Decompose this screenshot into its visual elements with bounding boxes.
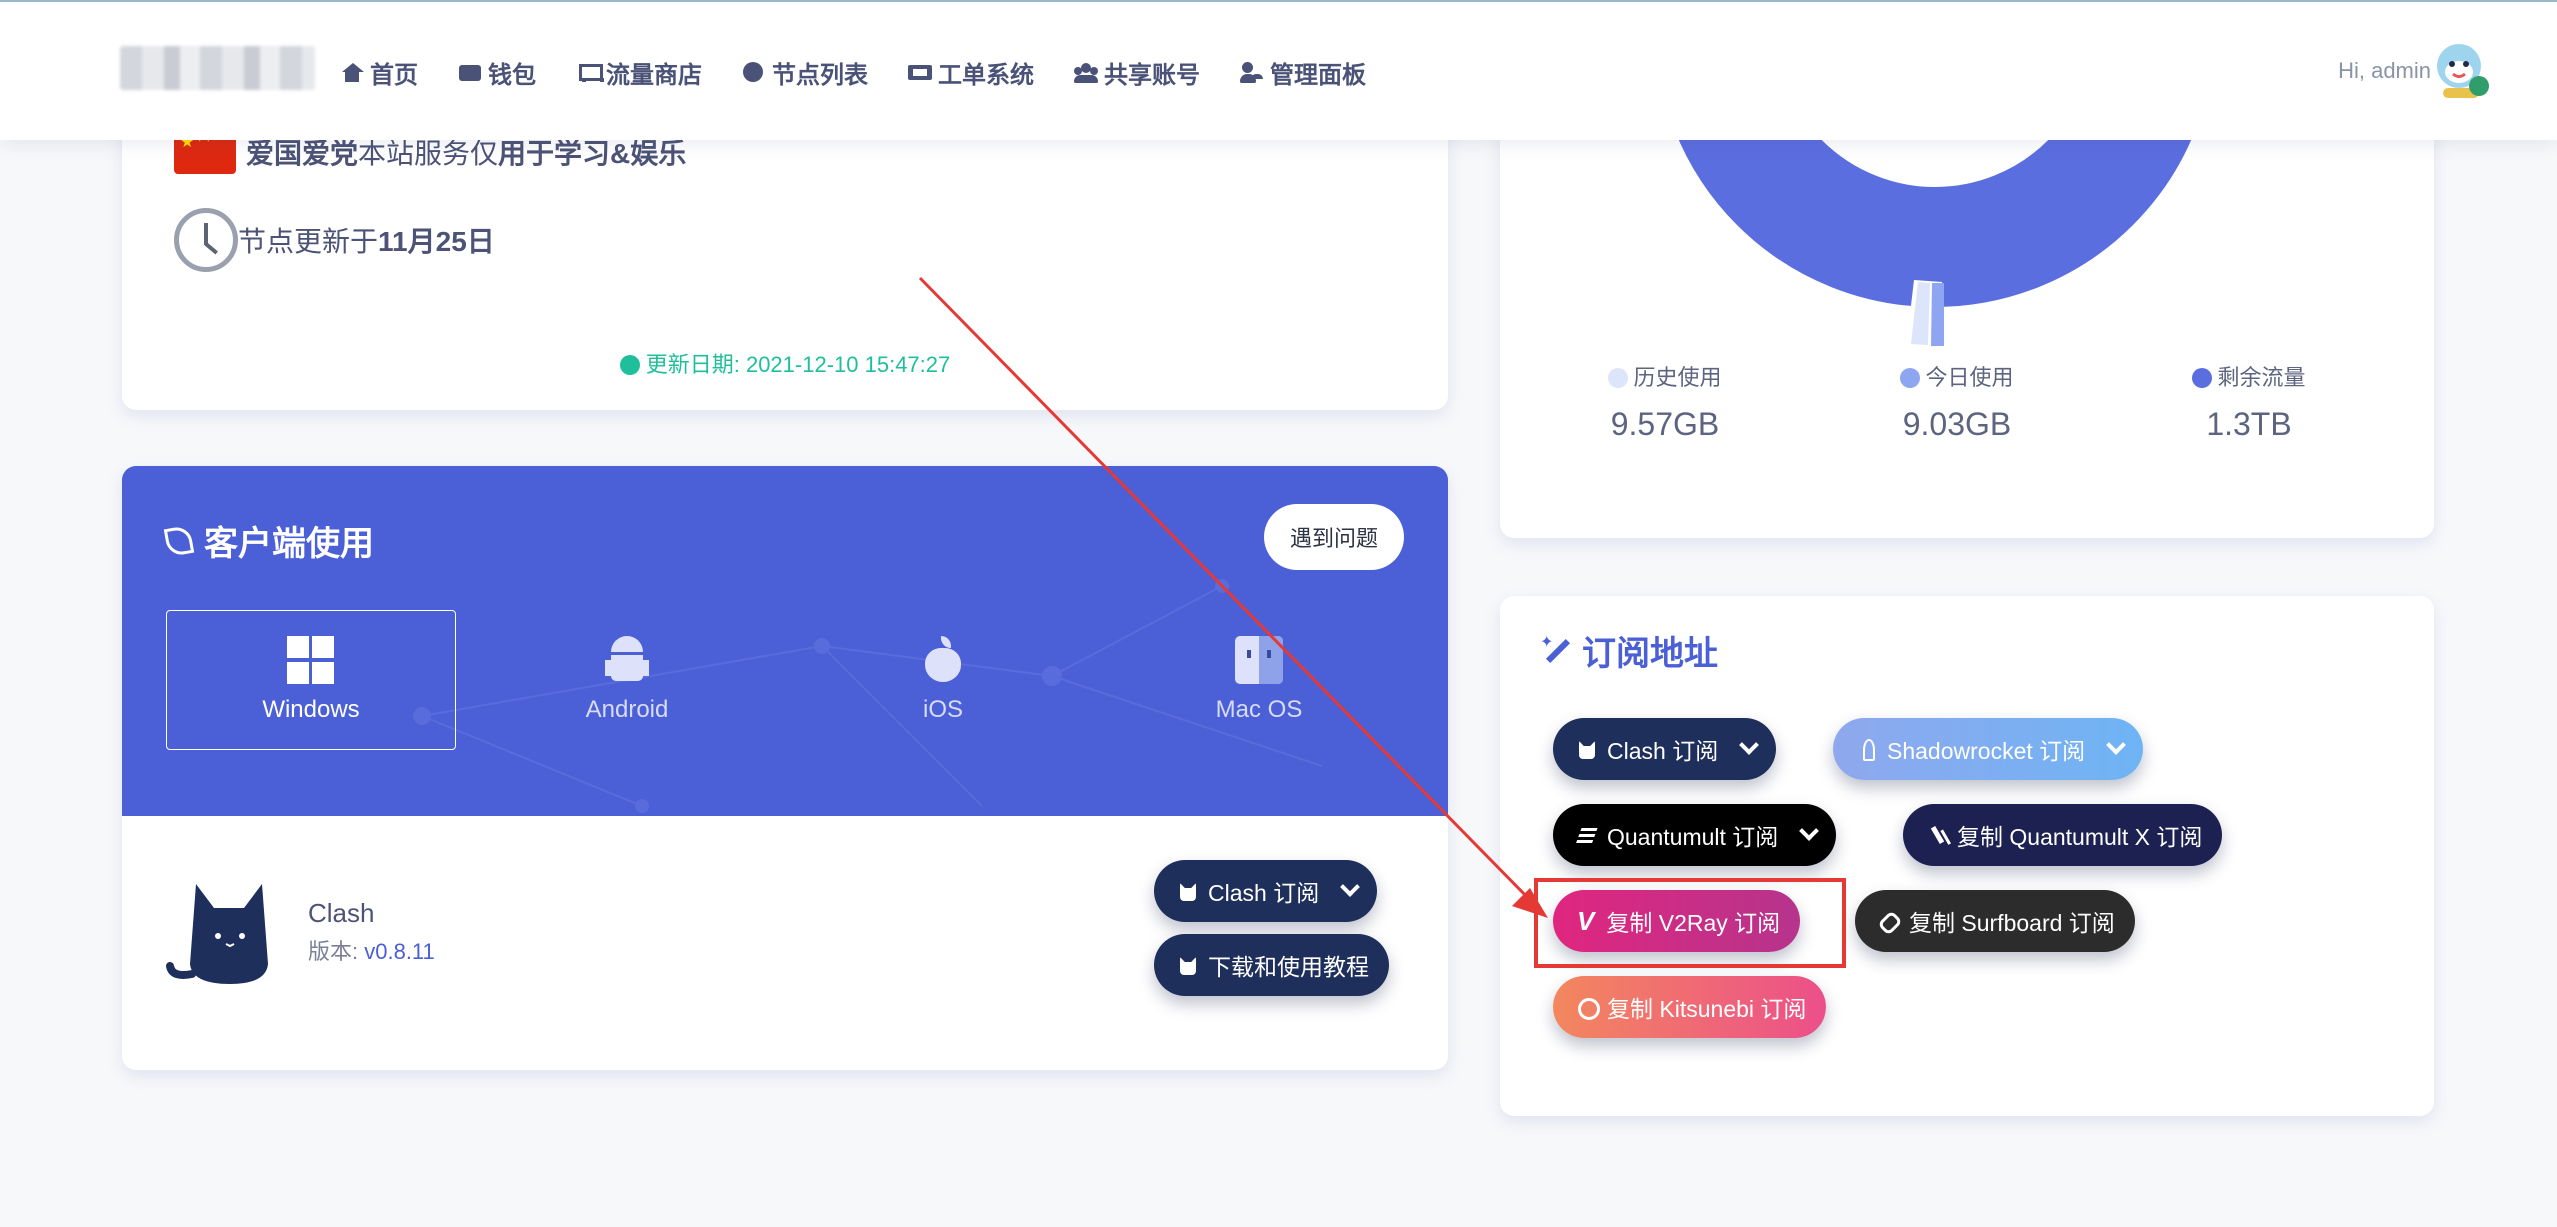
client-title: 客户端使用	[163, 516, 374, 565]
leaf-icon	[163, 524, 195, 557]
main-nav: 首页 钱包 流量商店 节点列表 工单系统 共享账号 管理面板	[340, 2, 1406, 142]
wallet-icon	[458, 61, 482, 83]
cat-icon	[1577, 738, 1597, 760]
os-tabs: Windows Android iOS Mac OS	[166, 610, 1430, 750]
quantumult-icon	[1577, 824, 1597, 846]
copy-kitsunebi-button[interactable]: 复制 Kitsunebi 订阅	[1553, 976, 1827, 1038]
subscription-title: 订阅地址	[1540, 626, 1718, 675]
clash-cat-logo	[166, 884, 268, 984]
client-body: Clash 版本: v0.8.11 Clash 订阅 下载和使用教程	[122, 816, 1448, 1070]
windows-icon	[287, 636, 335, 684]
copy-quantumult-x-button[interactable]: 复制 Quantumult X 订阅	[1903, 804, 2223, 866]
avatar[interactable]	[2429, 36, 2497, 108]
rocket-icon	[1857, 738, 1877, 761]
cart-icon	[576, 61, 604, 83]
tab-macos[interactable]: Mac OS	[1114, 610, 1404, 750]
annotation-highlight-box	[1534, 878, 1846, 968]
status-dot-icon	[619, 355, 640, 375]
today-usage-value: 9.03GB	[1902, 406, 2012, 442]
chevron-down-icon	[1799, 821, 1820, 841]
quantumult-x-icon	[1927, 824, 1947, 846]
chevron-down-icon	[2106, 735, 2127, 755]
legend-dot-icon	[2192, 368, 2213, 388]
cat-icon	[1178, 880, 1198, 902]
tab-ios[interactable]: iOS	[798, 610, 1088, 750]
history-usage-value: 9.57GB	[1610, 406, 1720, 442]
nav-item-home[interactable]: 首页	[340, 55, 418, 90]
remaining-traffic-value: 1.3TB	[2206, 406, 2292, 442]
quantumult-subscribe-button[interactable]: Quantumult 订阅	[1553, 804, 1837, 866]
tab-windows[interactable]: Windows	[166, 610, 456, 750]
nav-item-nodes[interactable]: 节点列表	[742, 55, 868, 90]
users-icon	[1074, 61, 1098, 83]
globe-icon	[742, 61, 766, 83]
finder-icon	[1235, 636, 1283, 684]
download-tutorial-button[interactable]: 下载和使用教程	[1154, 934, 1389, 996]
home-icon	[340, 61, 364, 83]
chevron-down-icon	[1340, 877, 1361, 897]
apple-icon	[919, 636, 967, 684]
legend-remaining: 剩余流量 1.3TB	[2124, 360, 2374, 443]
client-app-name: Clash	[308, 898, 375, 928]
nav-item-admin-panel[interactable]: 管理面板	[1240, 55, 1366, 90]
surfboard-icon	[1879, 910, 1899, 932]
copy-surfboard-button[interactable]: 复制 Surfboard 订阅	[1855, 890, 2135, 952]
legend-dot-icon	[1900, 368, 1921, 388]
nav-item-shared-account[interactable]: 共享账号	[1074, 55, 1200, 90]
nav-item-shop[interactable]: 流量商店	[576, 55, 702, 90]
client-usage-card: 客户端使用 遇到问题 Windows Android iOS Mac OS Cl…	[122, 466, 1448, 1070]
user-cog-icon	[1240, 61, 1264, 83]
android-icon	[603, 636, 651, 684]
tab-android[interactable]: Android	[482, 610, 772, 750]
cat-icon	[1178, 954, 1198, 976]
notice-line-node-update: 节点更新于 11月25日	[174, 208, 495, 272]
top-navbar: 首页 钱包 流量商店 节点列表 工单系统 共享账号 管理面板 Hi, admin	[0, 0, 2557, 140]
nav-item-wallet[interactable]: 钱包	[458, 55, 536, 90]
magic-wand-icon	[1540, 632, 1570, 666]
shadowrocket-subscribe-button[interactable]: Shadowrocket 订阅	[1833, 718, 2144, 780]
client-clash-subscribe-button[interactable]: Clash 订阅	[1154, 860, 1378, 922]
report-problem-button[interactable]: 遇到问题	[1264, 504, 1404, 570]
update-date: 更新日期: 2021-12-10 15:47:27	[122, 347, 1448, 379]
clash-subscribe-button[interactable]: Clash 订阅	[1553, 718, 1777, 780]
ticket-icon	[908, 61, 932, 83]
legend-dot-icon	[1608, 368, 1629, 388]
legend-today: 今日使用 9.03GB	[1832, 360, 2082, 443]
client-header: 客户端使用 遇到问题 Windows Android iOS Mac OS	[122, 466, 1448, 816]
chevron-down-icon	[1739, 735, 1760, 755]
site-logo-blurred[interactable]	[120, 46, 315, 90]
legend-history: 历史使用 9.57GB	[1540, 360, 1790, 443]
kitsunebi-icon	[1577, 996, 1600, 1020]
client-version: 版本: v0.8.11	[308, 939, 435, 964]
clock-icon	[174, 208, 238, 272]
subscription-card: 订阅地址 Clash 订阅 Shadowrocket 订阅 Quantumult…	[1500, 596, 2434, 1116]
user-greeting[interactable]: Hi, admin	[2338, 58, 2431, 84]
nav-item-tickets[interactable]: 工单系统	[908, 55, 1034, 90]
